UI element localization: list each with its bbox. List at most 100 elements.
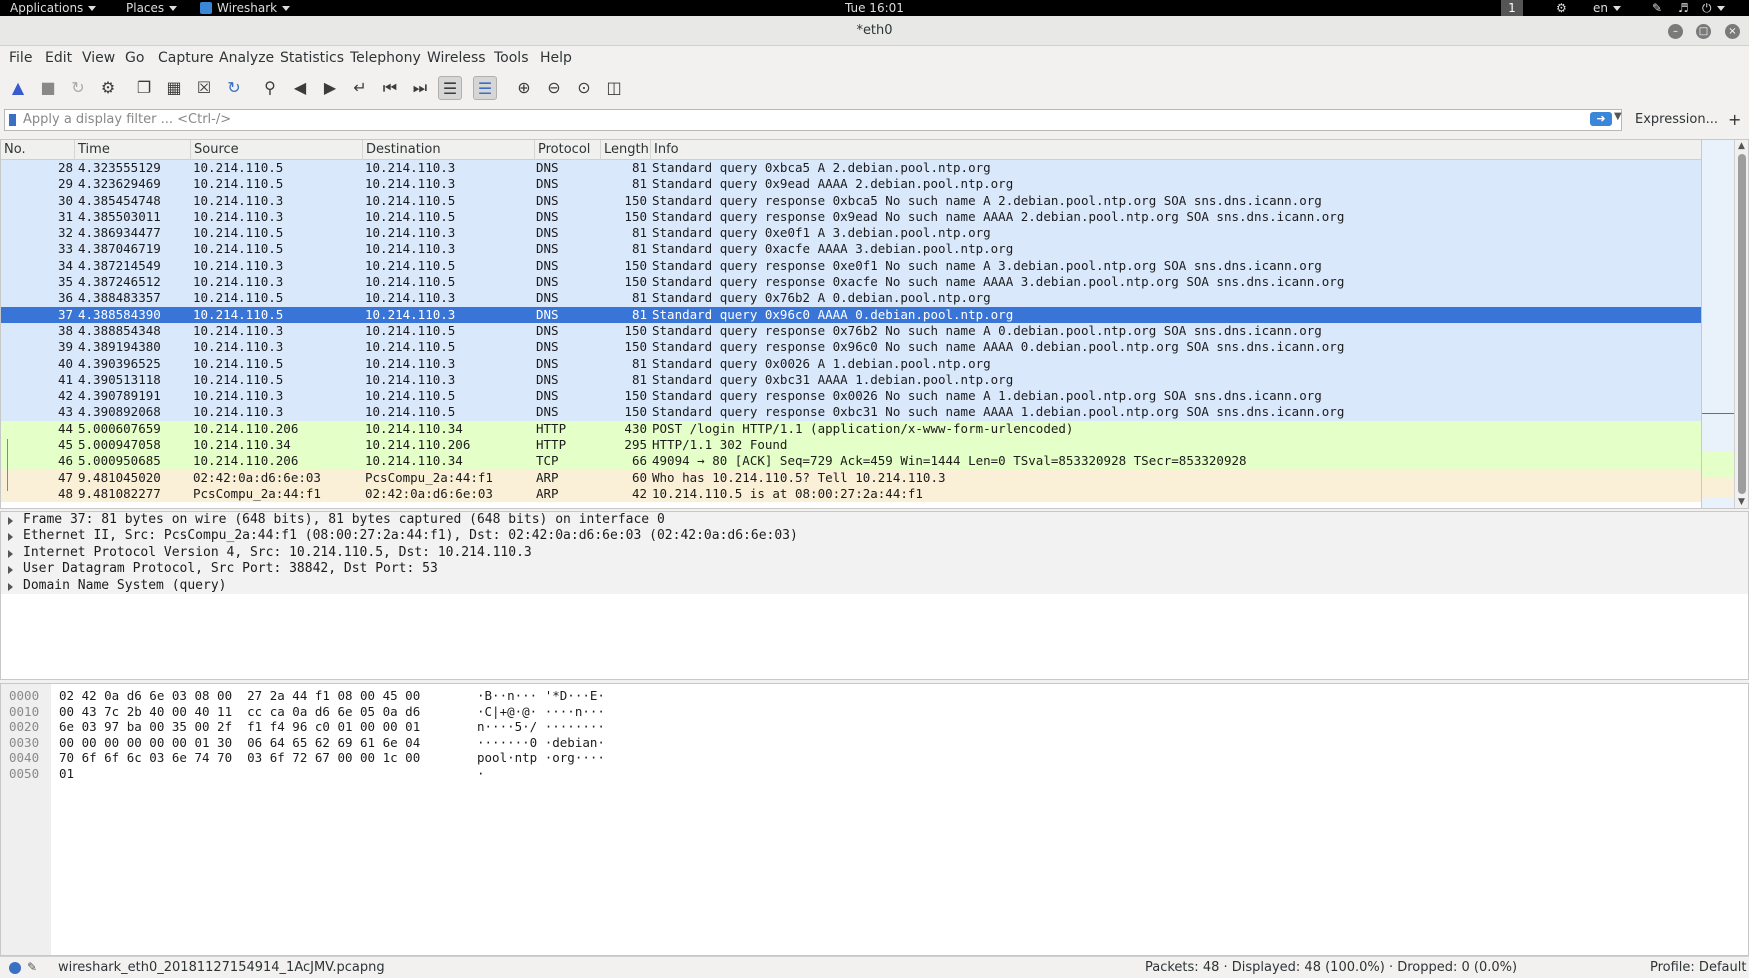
restart-icon[interactable]: ↻ [66, 76, 90, 100]
expert-info-icon[interactable] [9, 962, 21, 974]
autoscroll-icon[interactable]: ☰ [438, 76, 462, 100]
expand-triangle-icon[interactable] [8, 566, 13, 575]
menu-wireless[interactable]: Wireless [427, 50, 486, 66]
last-icon[interactable]: ⏭ [408, 76, 432, 100]
menu-help[interactable]: Help [540, 50, 572, 66]
app-menu-wireshark[interactable]: Wireshark [200, 0, 291, 16]
menu-go[interactable]: Go [125, 50, 144, 66]
back-icon[interactable]: ◀ [288, 76, 312, 100]
packet-row[interactable]: 32 4.386934477 10.214.110.5 10.214.110.3 DNS… [1, 225, 1701, 242]
packet-cell-no: 28 [57, 160, 73, 175]
packet-row[interactable]: 48 9.481082277 PcsCompu_2a:44:f1 02:42:0a:d… [1, 485, 1701, 503]
column-length[interactable]: Length [601, 140, 651, 160]
menu-analyze[interactable]: Analyze [219, 50, 274, 66]
column-no[interactable]: No. [1, 140, 75, 160]
packet-list[interactable]: No. Time Source Destination Protocol Len… [0, 139, 1749, 509]
zoom-in-icon[interactable]: ⊕ [512, 76, 536, 100]
clock[interactable]: Tue 16:01 [845, 0, 904, 16]
packet-row[interactable]: 38 4.388854348 10.214.110.3 10.214.110.5 DNS… [1, 322, 1701, 340]
bookmark-icon[interactable] [9, 114, 16, 126]
add-filter-button[interactable]: + [1728, 110, 1741, 129]
expression-button[interactable]: Expression... [1635, 112, 1718, 127]
volume-icon[interactable]: ♬ [1678, 0, 1689, 16]
capture-comment-icon[interactable]: ✎ [27, 957, 37, 978]
packet-row[interactable]: 44 5.000607659 10.214.110.206 10.214.110.34… [1, 420, 1701, 438]
packet-row[interactable]: 46 5.000950685 10.214.110.206 10.214.110.34… [1, 453, 1701, 470]
detail-ethernet[interactable]: Ethernet II, Src: PcsCompu_2a:44:f1 (08:… [1, 528, 1748, 544]
packet-row[interactable]: 34 4.387214549 10.214.110.3 10.214.110.5 DNS… [1, 257, 1701, 275]
menu-capture[interactable]: Capture [158, 50, 214, 66]
apply-filter-icon[interactable]: ➜ [1590, 112, 1612, 126]
expand-triangle-icon[interactable] [8, 582, 13, 591]
column-protocol[interactable]: Protocol [535, 140, 601, 160]
applications-menu[interactable]: Applications [10, 0, 97, 16]
pen-icon[interactable]: ✎ [1652, 0, 1662, 16]
detail-ip[interactable]: Internet Protocol Version 4, Src: 10.214… [1, 545, 1748, 561]
packet-minimap[interactable] [1701, 140, 1735, 508]
packet-row[interactable]: 47 9.481045020 02:42:0a:d6:6e:03 PcsCompu_2… [1, 469, 1701, 486]
network-icon[interactable]: ⚙ [1556, 0, 1567, 16]
packet-row[interactable]: 31 4.385503011 10.214.110.3 10.214.110.5 DNS… [1, 208, 1701, 226]
find-icon[interactable]: ⚲ [258, 76, 282, 100]
options-gear-icon[interactable]: ⚙ [96, 76, 120, 100]
detail-frame[interactable]: Frame 37: 81 bytes on wire (648 bits), 8… [1, 512, 1748, 528]
detail-dns[interactable]: Domain Name System (query) [1, 578, 1748, 594]
menu-view[interactable]: View [82, 50, 115, 66]
close-file-icon[interactable]: ☒ [192, 76, 216, 100]
minimize-icon[interactable]: – [1668, 24, 1683, 39]
open-icon[interactable]: ❐ [132, 76, 156, 100]
detail-udp[interactable]: User Datagram Protocol, Src Port: 38842,… [1, 561, 1748, 577]
column-destination[interactable]: Destination [363, 140, 535, 160]
packet-row[interactable]: 37 4.388584390 10.214.110.5 10.214.110.3 DNS… [1, 306, 1701, 323]
colorize-icon[interactable]: ☰ [473, 76, 497, 100]
scroll-down-icon[interactable]: ▼ [1738, 497, 1745, 507]
language-indicator[interactable]: en [1593, 0, 1621, 16]
column-source[interactable]: Source [191, 140, 363, 160]
resize-columns-icon[interactable]: ◫ [602, 76, 626, 100]
workspace-indicator[interactable]: 1 [1501, 0, 1523, 16]
packet-row[interactable]: 40 4.390396525 10.214.110.5 10.214.110.3 DNS… [1, 355, 1701, 372]
expand-triangle-icon[interactable] [8, 517, 13, 525]
filter-history-dropdown-icon[interactable]: ▼ [1614, 111, 1622, 122]
close-icon[interactable]: × [1725, 24, 1740, 39]
menu-tools[interactable]: Tools [494, 50, 529, 66]
packet-row[interactable]: 30 4.385454748 10.214.110.3 10.214.110.5 DNS… [1, 192, 1701, 209]
goto-icon[interactable]: ↵ [348, 76, 372, 100]
shark-fin-icon[interactable]: ▲ [6, 76, 30, 100]
menu-telephony[interactable]: Telephony [350, 50, 421, 66]
packet-row[interactable]: 41 4.390513118 10.214.110.5 10.214.110.3 DNS… [1, 371, 1701, 389]
profile-indicator[interactable]: Profile: Default [1650, 957, 1746, 978]
menu-file[interactable]: File [9, 50, 32, 66]
stop-icon[interactable]: ■ [36, 76, 60, 100]
zoom-normal-icon[interactable]: ⊙ [572, 76, 596, 100]
save-icon[interactable]: ▦ [162, 76, 186, 100]
column-time[interactable]: Time [75, 140, 191, 160]
packet-row[interactable]: 42 4.390789191 10.214.110.3 10.214.110.5 DNS… [1, 388, 1701, 405]
maximize-icon[interactable]: □ [1696, 24, 1711, 39]
reload-icon[interactable]: ↻ [222, 76, 246, 100]
packet-details[interactable]: Frame 37: 81 bytes on wire (648 bits), 8… [0, 511, 1749, 680]
scrollbar-thumb[interactable] [1738, 154, 1746, 494]
packet-row[interactable]: 33 4.387046719 10.214.110.5 10.214.110.3 DNS… [1, 241, 1701, 258]
menu-statistics[interactable]: Statistics [280, 50, 344, 66]
scroll-up-icon[interactable]: ▲ [1738, 141, 1745, 151]
packet-row[interactable]: 43 4.390892068 10.214.110.3 10.214.110.5 DNS… [1, 404, 1701, 421]
packet-row[interactable]: 35 4.387246512 10.214.110.3 10.214.110.5 DNS… [1, 274, 1701, 291]
forward-icon[interactable]: ▶ [318, 76, 342, 100]
menu-edit[interactable]: Edit [45, 50, 72, 66]
display-filter-input[interactable]: Apply a display filter ... <Ctrl-/> [4, 109, 1622, 131]
expand-triangle-icon[interactable] [8, 549, 13, 558]
first-icon[interactable]: ⏮ [378, 76, 402, 100]
packet-row[interactable]: 45 5.000947058 10.214.110.34 10.214.110.206… [1, 437, 1701, 454]
packet-list-scrollbar[interactable]: ▲ ▼ [1734, 140, 1748, 508]
packet-bytes[interactable]: 0000 02 42 0a d6 6e 03 08 00 27 2a 44 f1 … [0, 683, 1749, 956]
places-menu[interactable]: Places [126, 0, 178, 16]
zoom-out-icon[interactable]: ⊖ [542, 76, 566, 100]
power-icon[interactable]: ⏻ [1702, 0, 1725, 16]
packet-row[interactable]: 39 4.389194380 10.214.110.3 10.214.110.5 DNS… [1, 339, 1701, 356]
expand-triangle-icon[interactable] [8, 533, 13, 542]
column-info[interactable]: Info [651, 140, 1701, 160]
packet-row[interactable]: 28 4.323555129 10.214.110.5 10.214.110.3 DNS… [1, 160, 1701, 177]
packet-row[interactable]: 29 4.323629469 10.214.110.5 10.214.110.3 DNS… [1, 176, 1701, 193]
packet-row[interactable]: 36 4.388483357 10.214.110.5 10.214.110.3 DNS… [1, 290, 1701, 307]
